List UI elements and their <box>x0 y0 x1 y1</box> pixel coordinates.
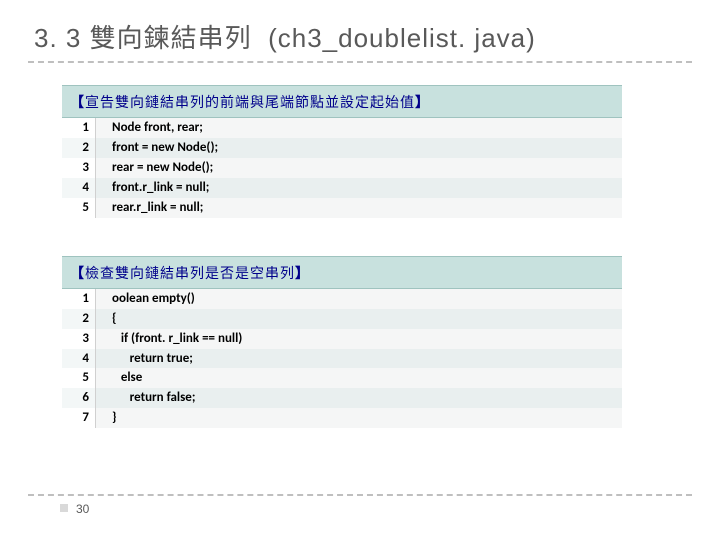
bracket-open: 【 <box>70 267 85 282</box>
code-block-declare: 【宣告雙向鏈結串列的前端與尾端節點並設定起始值】 1 Node front, r… <box>62 85 622 218</box>
line-number: 4 <box>62 349 96 369</box>
slide-title: 3. 3 雙向鍊結串列 (ch3_doublelist. java) <box>28 18 692 55</box>
code-text: return false; <box>96 388 622 408</box>
line-number: 5 <box>62 368 96 388</box>
code-text: Node front, rear; <box>96 118 622 138</box>
line-number: 5 <box>62 198 96 218</box>
code-text: return true; <box>96 349 622 369</box>
code-line: 1 oolean empty() <box>62 289 622 309</box>
code-text: else <box>96 368 622 388</box>
line-number: 1 <box>62 118 96 138</box>
footer-divider <box>28 494 692 496</box>
line-number: 3 <box>62 329 96 349</box>
code-line: 6 return false; <box>62 388 622 408</box>
title-divider <box>28 61 692 63</box>
code-block-header: 【宣告雙向鏈結串列的前端與尾端節點並設定起始值】 <box>62 85 622 118</box>
code-line: 3 if (front. r_link == null) <box>62 329 622 349</box>
code-line: 2 front = new Node(); <box>62 138 622 158</box>
code-text: oolean empty() <box>96 289 622 309</box>
header-text: 宣告雙向鏈結串列的前端與尾端節點並設定起始值 <box>85 96 415 111</box>
line-number: 6 <box>62 388 96 408</box>
code-line: 4 return true; <box>62 349 622 369</box>
section-title-paren: (ch3_doublelist. java) <box>268 23 536 53</box>
spacer <box>28 218 692 256</box>
code-line: 1 Node front, rear; <box>62 118 622 138</box>
page-number-value: 30 <box>76 502 89 516</box>
bracket-open: 【 <box>70 96 85 111</box>
code-text: if (front. r_link == null) <box>96 329 622 349</box>
bullet-icon <box>60 504 68 512</box>
code-text: front.r_link = null; <box>96 178 622 198</box>
code-line: 5 rear.r_link = null; <box>62 198 622 218</box>
footer: 30 <box>28 494 692 516</box>
section-title-zh: 雙向鍊結串列 <box>90 23 252 53</box>
line-number: 2 <box>62 309 96 329</box>
code-block-check-empty: 【檢查雙向鏈結串列是否是空串列】 1 oolean empty() 2 { 3 … <box>62 256 622 429</box>
code-line: 7 } <box>62 408 622 428</box>
code-line: 4 front.r_link = null; <box>62 178 622 198</box>
code-text: rear = new Node(); <box>96 158 622 178</box>
section-number: 3. 3 <box>34 23 81 53</box>
bracket-close: 】 <box>415 96 430 111</box>
header-text: 檢查雙向鏈結串列是否是空串列 <box>85 267 295 282</box>
code-line: 3 rear = new Node(); <box>62 158 622 178</box>
code-text: rear.r_link = null; <box>96 198 622 218</box>
bracket-close: 】 <box>295 267 310 282</box>
code-line: 2 { <box>62 309 622 329</box>
code-text: front = new Node(); <box>96 138 622 158</box>
slide: 3. 3 雙向鍊結串列 (ch3_doublelist. java) 【宣告雙向… <box>0 0 720 540</box>
code-block-header: 【檢查雙向鏈結串列是否是空串列】 <box>62 256 622 289</box>
line-number: 3 <box>62 158 96 178</box>
code-text: { <box>96 309 622 329</box>
line-number: 4 <box>62 178 96 198</box>
page-number: 30 <box>60 502 692 516</box>
code-text: } <box>96 408 622 428</box>
line-number: 1 <box>62 289 96 309</box>
line-number: 2 <box>62 138 96 158</box>
code-line: 5 else <box>62 368 622 388</box>
line-number: 7 <box>62 408 96 428</box>
